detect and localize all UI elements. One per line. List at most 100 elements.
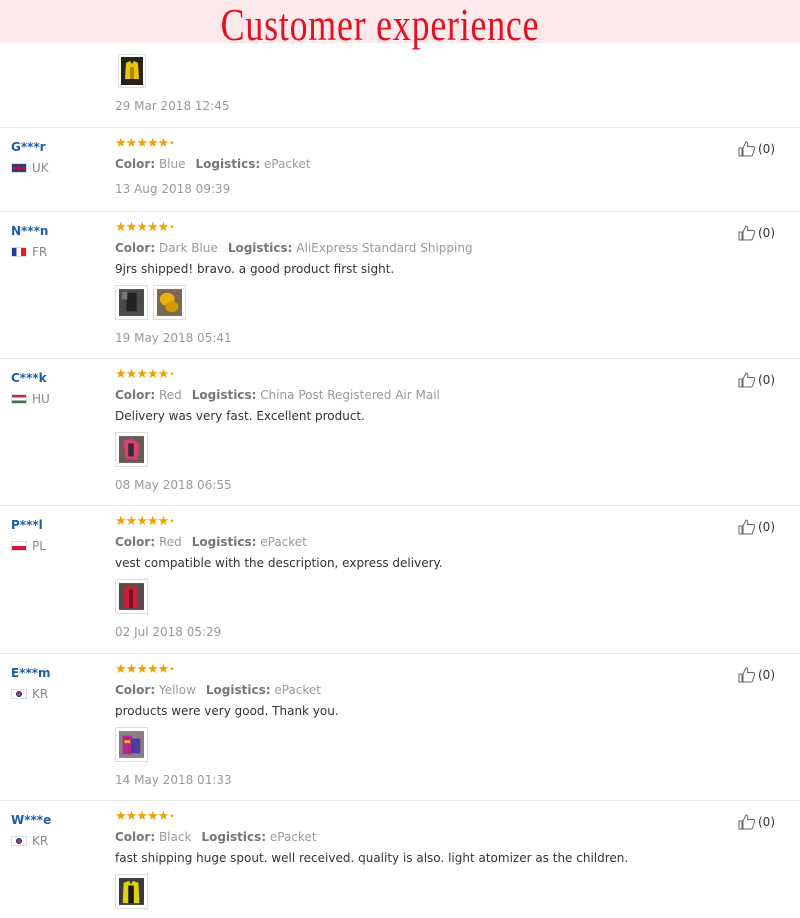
logistics-label: Logistics: [201,830,267,844]
thumbs-up-icon [738,225,756,241]
review-photo-thumbnail[interactable] [115,579,148,614]
order-info: Color: Red Logistics: ePacket [115,535,307,549]
review-item: N***n FR ★ ★ ★ ★ ★ • Color: Dark Blue Logistic… [0,211,800,358]
uk-flag-icon [11,163,27,173]
review-comment: 9jrs shipped! bravo. a good product firs… [115,262,395,276]
review-item: P***l PL ★ ★ ★ ★ ★ • Color: Red Logistics: ePa… [0,505,800,653]
reviewer-name[interactable]: W***e [11,813,51,827]
order-info: Color: Dark Blue Logistics: AliExpress St… [115,241,473,255]
review-photo-thumbnail[interactable] [115,727,148,762]
helpful-count: (0) [758,815,775,829]
review-photo-thumbnail[interactable] [153,285,186,320]
review-photos [115,727,148,762]
logistics-label: Logistics: [227,241,293,255]
reviewer-name[interactable]: C***k [11,371,47,385]
review-photos [115,432,148,467]
color-label: Color: [115,241,156,255]
vest-photo-image [119,436,144,463]
rating-stars: ★ ★ ★ ★ ★ • [115,808,175,824]
review-photo-thumbnail[interactable] [115,874,148,909]
review-date: 08 May 2018 06:55 [115,478,232,492]
thumbs-up-icon [738,141,756,157]
country-code: UK [32,161,49,175]
reviewer-name[interactable]: E***m [11,666,51,680]
thumbs-up-icon [738,372,756,388]
country-code: HU [32,392,50,406]
rating-stars: ★ ★ ★ ★ ★ • [115,366,175,382]
reviewer-country: FR [11,245,47,259]
helpful-button[interactable]: (0) [738,667,775,683]
helpful-button[interactable]: (0) [738,141,775,157]
banner: Customer experience [0,0,800,50]
reviewer-name[interactable]: P***l [11,518,43,532]
rating-stars: ★ ★ ★ ★ ★ • [115,513,175,529]
logistics-label: Logistics: [191,535,257,549]
country-code: KR [32,687,49,701]
color-label: Color: [115,388,156,402]
france-flag-icon [11,247,27,257]
reviewer-country: HU [11,392,50,406]
review-comment: vest compatible with the description, ex… [115,556,443,570]
reviewer-country: KR [11,834,48,848]
order-info: Color: Red Logistics: China Post Register… [115,388,440,402]
review-comment: fast shipping huge spout. well received.… [115,851,629,865]
country-code: KR [32,834,49,848]
order-info: Color: Black Logistics: ePacket [115,830,317,844]
korea-flag-icon [11,689,27,699]
reviewer-country: PL [11,539,46,553]
vest-photo-image [119,583,144,610]
reviewer-country: KR [11,687,48,701]
review-item: W***e KR ★ ★ ★ ★ ★ • Color: Black Logistics: e… [0,800,800,918]
rating-stars: ★ ★ ★ ★ ★ • [115,661,175,677]
helpful-count: (0) [758,142,775,156]
hungary-flag-icon [11,394,27,404]
korea-flag-icon [11,836,27,846]
helpful-button[interactable]: (0) [738,519,775,535]
logistics-label: Logistics: [195,157,261,171]
review-date: 19 May 2018 05:41 [115,331,232,345]
reviewer-name[interactable]: G***r [11,140,46,154]
review-date: 29 Mar 2018 12:45 [115,99,230,113]
thumbs-up-icon [738,519,756,535]
logistics-label: Logistics: [191,388,257,402]
color-value: Yellow [158,683,196,697]
review-photos [115,874,148,909]
helpful-count: (0) [758,668,775,682]
review-item: G***r UK ★ ★ ★ ★ ★ • Color: Blue Logistics: eP… [0,127,800,211]
vest-photo-image [157,289,182,316]
review-comment: Delivery was very fast. Excellent produc… [115,409,365,423]
helpful-button[interactable]: (0) [738,372,775,388]
color-label: Color: [115,157,156,171]
vest-photo-image [119,731,144,758]
helpful-button[interactable]: (0) [738,225,775,241]
logistics-value: ePacket [274,683,322,697]
review-date: 14 May 2018 01:33 [115,773,232,787]
color-label: Color: [115,830,156,844]
review-photo-thumbnail[interactable] [118,54,146,88]
review-photo-thumbnail[interactable] [115,432,148,467]
color-value: Blue [158,157,186,171]
review-comment: products were very good. Thank you. [115,704,339,718]
rating-stars: ★ ★ ★ ★ ★ • [115,219,175,235]
vest-photo-image [121,57,143,85]
poland-flag-icon [11,541,27,551]
color-label: Color: [115,535,156,549]
logistics-value: ePacket [263,157,311,171]
review-photo-thumbnail[interactable] [115,285,148,320]
reviewer-name[interactable]: N***n [11,224,48,238]
vest-photo-image [119,289,144,316]
review-item: E***m KR ★ ★ ★ ★ ★ • Color: Yellow Logistics: … [0,653,800,800]
helpful-count: (0) [758,226,775,240]
logistics-value: ePacket [260,535,307,549]
order-info: Color: Blue Logistics: ePacket [115,157,311,171]
review-photos [115,579,148,614]
country-code: FR [32,245,48,259]
order-info: Color: Yellow Logistics: ePacket [115,683,321,697]
review-photos [115,285,186,320]
helpful-count: (0) [758,520,775,534]
color-label: Color: [115,683,156,697]
review-date: 02 Jul 2018 05:29 [115,625,222,639]
color-value: Dark Blue [158,241,218,255]
color-value: Black [158,830,192,844]
helpful-button[interactable]: (0) [738,814,775,830]
